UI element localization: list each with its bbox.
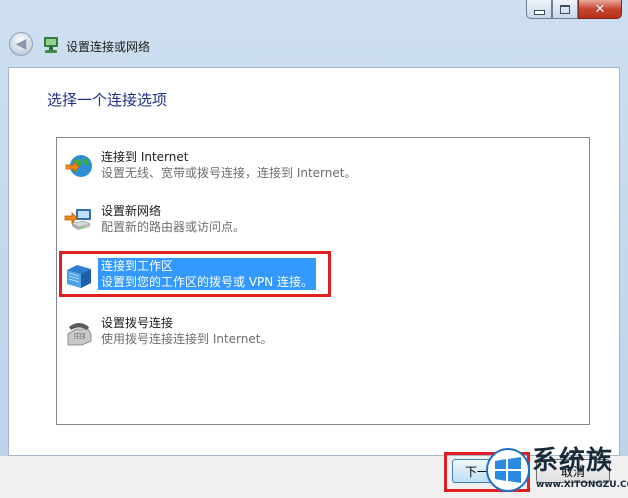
close-button[interactable]: ✕ — [578, 0, 622, 19]
close-icon: ✕ — [594, 1, 606, 17]
option-connect-workplace[interactable]: 连接到工作区 设置到您的工作区的拨号或 VPN 连接。 — [59, 251, 331, 297]
option-connect-internet[interactable]: 连接到 Internet 设置无线、宽带或拨号连接，连接到 Internet。 — [64, 149, 359, 185]
content-panel: 选择一个连接选项 连接到 Internet 设置无线、宽带或拨号连接，连接到 I… — [8, 67, 620, 456]
option-description: 配置新的路由器或访问点。 — [101, 220, 246, 234]
option-title: 设置拨号连接 — [101, 316, 174, 330]
window-frame: ✕ ◀ 设置连接或网络 选择一个连接选项 连接到 Internet 设置无线、宽… — [0, 0, 628, 498]
dialog-footer — [0, 456, 628, 498]
maximize-button[interactable] — [552, 0, 578, 19]
option-description: 使用拨号连接连接到 Internet。 — [101, 332, 273, 346]
option-setup-new-network[interactable]: 设置新网络 配置新的路由器或访问点。 — [64, 203, 248, 239]
page-heading: 选择一个连接选项 — [47, 91, 168, 109]
globe-icon — [65, 155, 92, 177]
window-title: 设置连接或网络 — [66, 40, 151, 54]
back-button[interactable]: ◀ — [9, 32, 33, 56]
next-button[interactable]: 下一步(N) — [452, 459, 524, 483]
maximize-icon — [560, 4, 570, 14]
connection-options-list: 连接到 Internet 设置无线、宽带或拨号连接，连接到 Internet。 … — [56, 137, 590, 425]
minimize-icon — [533, 9, 545, 15]
minimize-button[interactable] — [526, 0, 552, 19]
option-description: 设置到您的工作区的拨号或 VPN 连接。 — [101, 275, 314, 289]
router-icon — [64, 209, 91, 230]
option-title: 连接到 Internet — [101, 150, 189, 164]
phone-icon — [67, 323, 92, 346]
option-setup-dialup[interactable]: 设置拨号连接 使用拨号连接连接到 Internet。 — [64, 315, 275, 351]
workplace-icon — [67, 265, 91, 288]
option-title: 设置新网络 — [101, 204, 162, 218]
option-title: 连接到工作区 — [101, 259, 174, 273]
cancel-button[interactable]: 取消 — [536, 459, 610, 483]
option-description: 设置无线、宽带或拨号连接，连接到 Internet。 — [101, 166, 357, 180]
back-arrow-icon: ◀ — [15, 35, 27, 52]
caption-buttons: ✕ — [526, 0, 622, 20]
network-setup-icon — [44, 37, 58, 53]
